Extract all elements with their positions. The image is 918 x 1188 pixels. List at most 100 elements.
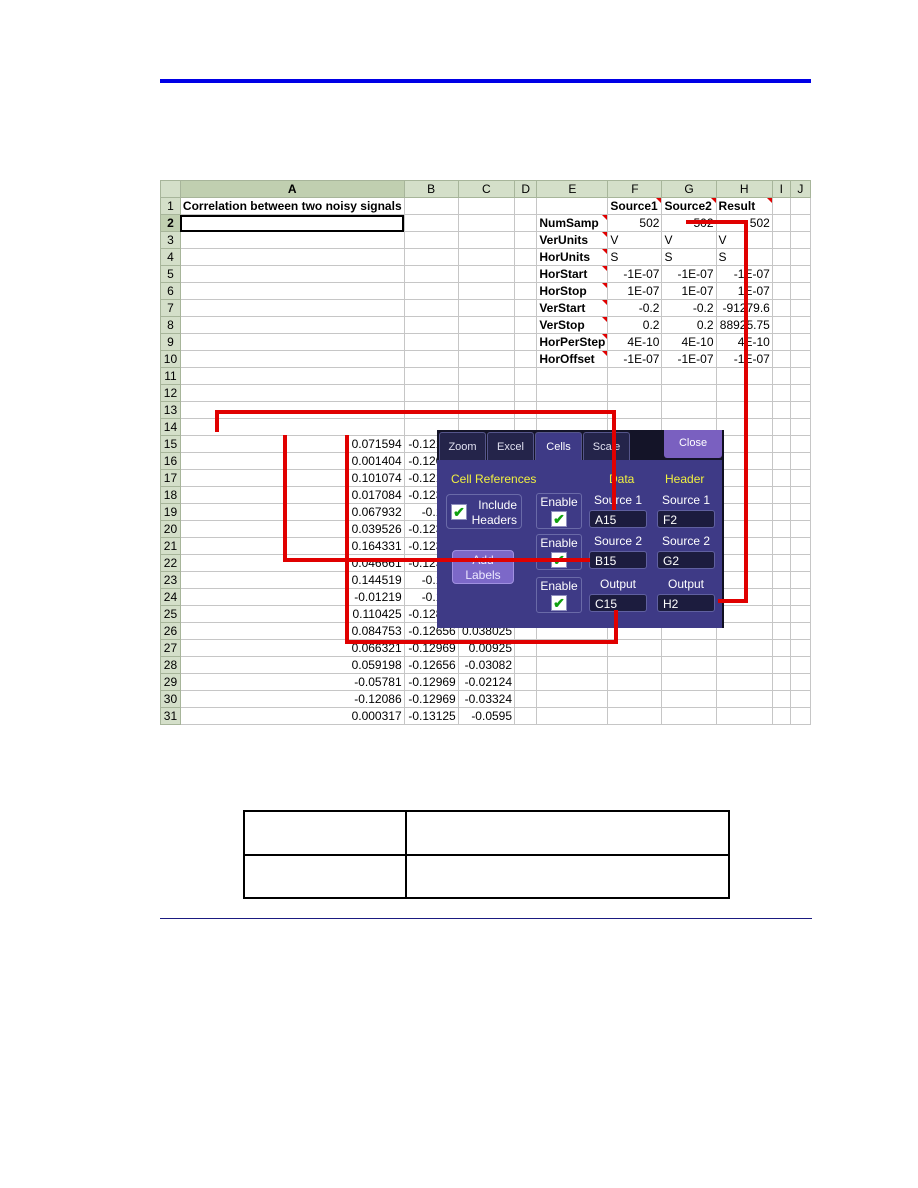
cell-a17[interactable]: 0.101074: [179, 469, 405, 487]
cell-e2[interactable]: NumSamp: [536, 214, 609, 232]
row-header-12[interactable]: 12: [160, 384, 181, 402]
cell-j18[interactable]: [789, 486, 812, 504]
data-source1-field[interactable]: A15: [589, 510, 647, 528]
cell-i24[interactable]: [771, 588, 791, 606]
cell-a30[interactable]: -0.12086: [179, 690, 405, 708]
cell-g6[interactable]: 1E-07: [661, 282, 717, 300]
cell-e4[interactable]: HorUnits: [536, 248, 609, 266]
cell-b27[interactable]: -0.12969: [403, 639, 459, 657]
cell-j26[interactable]: [789, 622, 812, 640]
cell-j31[interactable]: [789, 707, 812, 725]
cell-j14[interactable]: [789, 418, 812, 436]
row-header-9[interactable]: 9: [160, 333, 181, 351]
cell-g2[interactable]: 502: [661, 214, 717, 232]
cell-f11[interactable]: [607, 367, 663, 385]
cell-b5[interactable]: [403, 265, 459, 283]
cell-g1[interactable]: Source2: [661, 197, 717, 215]
column-header-d[interactable]: D: [514, 180, 538, 198]
cell-c11[interactable]: [457, 367, 516, 385]
cell-i14[interactable]: [771, 418, 791, 436]
cell-c30[interactable]: -0.03324: [457, 690, 516, 708]
cell-i28[interactable]: [771, 656, 791, 674]
cell-i25[interactable]: [771, 605, 791, 623]
cell-c27[interactable]: 0.00925: [457, 639, 516, 657]
header-source2-field[interactable]: G2: [657, 551, 715, 569]
enable-source2-checkbox[interactable]: Enable ✔: [536, 534, 582, 570]
cell-a10[interactable]: [179, 350, 405, 368]
cell-b1[interactable]: [403, 197, 459, 215]
cell-a16[interactable]: 0.001404: [179, 452, 405, 470]
cell-f27[interactable]: [607, 639, 663, 657]
cell-i3[interactable]: [771, 231, 791, 249]
cell-c10[interactable]: [457, 350, 516, 368]
cell-d28[interactable]: [514, 656, 538, 674]
cell-b6[interactable]: [403, 282, 459, 300]
row-header-8[interactable]: 8: [160, 316, 181, 334]
cell-j17[interactable]: [789, 469, 812, 487]
row-header-27[interactable]: 27: [160, 639, 181, 657]
cell-h28[interactable]: [715, 656, 773, 674]
cell-a9[interactable]: [179, 333, 405, 351]
cell-a26[interactable]: 0.084753: [179, 622, 405, 640]
cell-a21[interactable]: 0.164331: [179, 537, 405, 555]
cell-i15[interactable]: [771, 435, 791, 453]
cell-a23[interactable]: 0.144519: [179, 571, 405, 589]
cell-d30[interactable]: [514, 690, 538, 708]
cell-c2[interactable]: [457, 214, 516, 232]
tab-cells[interactable]: Cells: [535, 432, 582, 460]
cell-f10[interactable]: -1E-07: [607, 350, 663, 368]
column-header-f[interactable]: F: [607, 180, 663, 198]
cell-g3[interactable]: V: [661, 231, 717, 249]
cell-h11[interactable]: [715, 367, 773, 385]
cell-i18[interactable]: [771, 486, 791, 504]
cell-g31[interactable]: [661, 707, 717, 725]
cell-b9[interactable]: [403, 333, 459, 351]
column-header-a[interactable]: A: [179, 180, 405, 198]
cell-e31[interactable]: [536, 707, 609, 725]
cell-a4[interactable]: [179, 248, 405, 266]
cell-h25[interactable]: [715, 605, 773, 623]
cell-j15[interactable]: [789, 435, 812, 453]
cell-e1[interactable]: [536, 197, 609, 215]
cell-h4[interactable]: S: [715, 248, 773, 266]
cell-j12[interactable]: [789, 384, 812, 402]
cell-i26[interactable]: [771, 622, 791, 640]
cell-i11[interactable]: [771, 367, 791, 385]
cell-a27[interactable]: 0.066321: [179, 639, 405, 657]
cell-h21[interactable]: [715, 537, 773, 555]
cell-i8[interactable]: [771, 316, 791, 334]
cell-a5[interactable]: [179, 265, 405, 283]
cell-h30[interactable]: [715, 690, 773, 708]
cell-a14[interactable]: [179, 418, 405, 436]
cell-i19[interactable]: [771, 503, 791, 521]
cell-j19[interactable]: [789, 503, 812, 521]
cell-f12[interactable]: [607, 384, 663, 402]
cell-a11[interactable]: [179, 367, 405, 385]
cell-g13[interactable]: [661, 401, 717, 419]
cell-j9[interactable]: [789, 333, 812, 351]
cell-c9[interactable]: [457, 333, 516, 351]
cell-b2[interactable]: [403, 214, 459, 232]
cell-e5[interactable]: HorStart: [536, 265, 609, 283]
row-header-2[interactable]: 2: [160, 214, 181, 232]
row-header-15[interactable]: 15: [160, 435, 181, 453]
cell-a24[interactable]: -0.01219: [179, 588, 405, 606]
cell-a8[interactable]: [179, 316, 405, 334]
cell-i13[interactable]: [771, 401, 791, 419]
row-header-22[interactable]: 22: [160, 554, 181, 572]
cell-a12[interactable]: [179, 384, 405, 402]
column-header-h[interactable]: H: [715, 180, 773, 198]
cell-f6[interactable]: 1E-07: [607, 282, 663, 300]
cell-e9[interactable]: HorPerStep: [536, 333, 609, 351]
row-header-11[interactable]: 11: [160, 367, 181, 385]
cell-g7[interactable]: -0.2: [661, 299, 717, 317]
cell-i2[interactable]: [771, 214, 791, 232]
cell-j10[interactable]: [789, 350, 812, 368]
cell-e27[interactable]: [536, 639, 609, 657]
row-header-20[interactable]: 20: [160, 520, 181, 538]
cell-a2[interactable]: [179, 214, 405, 232]
cell-g29[interactable]: [661, 673, 717, 691]
cell-d13[interactable]: [514, 401, 538, 419]
row-header-24[interactable]: 24: [160, 588, 181, 606]
cell-e28[interactable]: [536, 656, 609, 674]
